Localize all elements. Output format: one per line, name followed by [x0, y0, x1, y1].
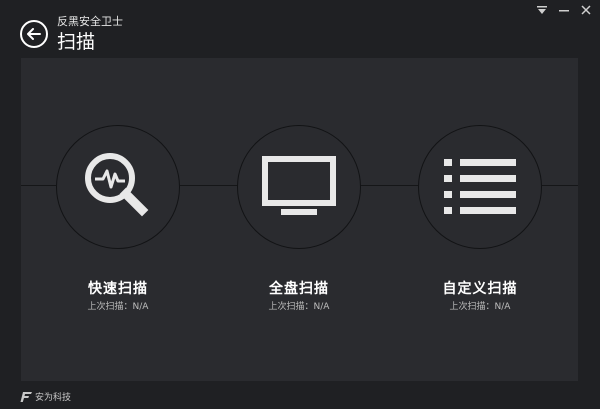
- pulse-magnifier-icon: [85, 153, 149, 217]
- footer-brand: 安为科技: [20, 390, 71, 403]
- last-scan-label: 上次扫描：: [449, 302, 495, 312]
- menu-dropdown-icon: [537, 6, 547, 14]
- connector-line: [180, 185, 238, 186]
- minimize-icon: [559, 10, 569, 12]
- list-icon: [444, 159, 516, 214]
- last-scan-value: N/A: [494, 302, 511, 312]
- quick-scan-title[interactable]: 快速扫描: [38, 278, 198, 298]
- back-button[interactable]: [20, 20, 48, 48]
- full-scan-title[interactable]: 全盘扫描: [219, 278, 379, 298]
- quick-scan-last: 上次扫描：N/A: [38, 299, 198, 312]
- connector-line: [542, 185, 578, 186]
- custom-scan-button[interactable]: [418, 125, 542, 249]
- brand-name: 安为科技: [35, 393, 72, 403]
- window-controls: [534, 3, 594, 17]
- full-scan-last: 上次扫描：N/A: [219, 299, 379, 312]
- last-scan-value: N/A: [132, 302, 149, 312]
- arrow-left-icon: [27, 28, 41, 40]
- custom-scan-title[interactable]: 自定义扫描: [400, 278, 560, 298]
- minimize-button[interactable]: [556, 3, 572, 17]
- last-scan-label: 上次扫描：: [87, 302, 133, 312]
- page-title: 扫描: [57, 31, 96, 53]
- connector-line: [360, 185, 418, 186]
- close-icon: [581, 5, 591, 15]
- menu-dropdown-button[interactable]: [534, 3, 550, 17]
- last-scan-label: 上次扫描：: [268, 302, 314, 312]
- anwei-logo-icon: [20, 391, 32, 402]
- last-scan-value: N/A: [313, 302, 330, 312]
- monitor-icon: [262, 156, 336, 215]
- custom-scan-last: 上次扫描：N/A: [400, 299, 560, 312]
- close-button[interactable]: [578, 3, 594, 17]
- quick-scan-button[interactable]: [56, 125, 180, 249]
- title-bar: 反黑安全卫士 扫描: [0, 0, 600, 58]
- full-scan-button[interactable]: [237, 125, 361, 249]
- connector-line: [21, 185, 56, 186]
